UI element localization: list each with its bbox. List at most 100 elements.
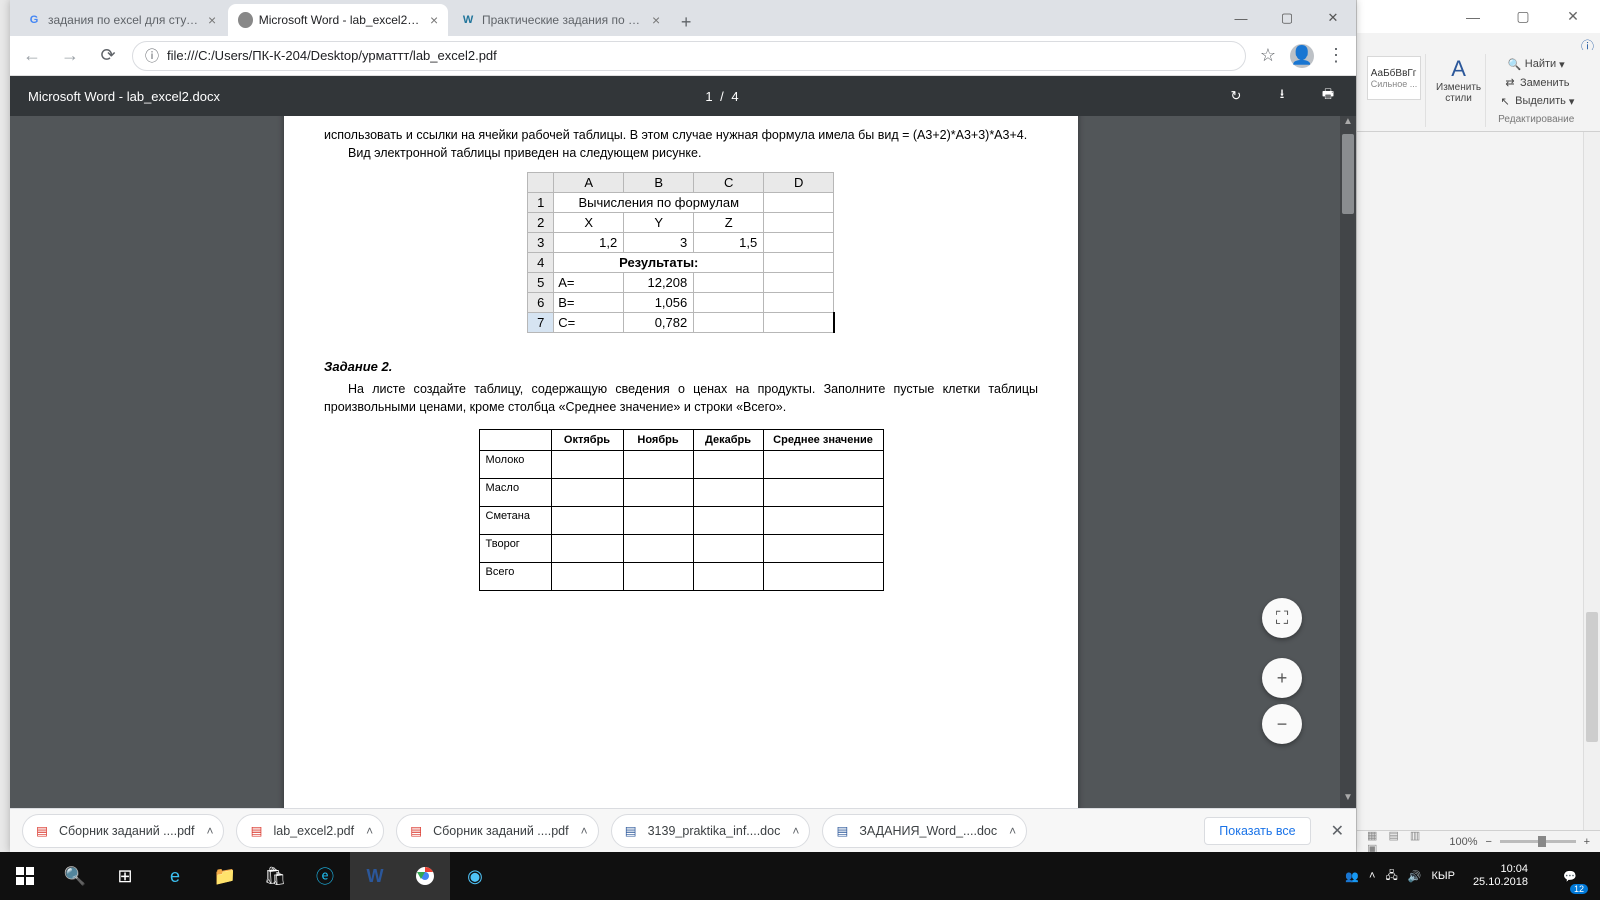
chevron-up-icon[interactable]: ˄ [1009,824,1016,838]
pdf-page-indicator: 1 / 4 [220,89,1226,104]
new-tab-button[interactable]: + [672,8,700,36]
tab-close-icon[interactable]: × [208,12,216,28]
taskbar-app-ie[interactable]: ⓔ [300,852,350,900]
search-button[interactable]: 🔍 [50,852,100,900]
chevron-up-icon[interactable]: ˄ [366,824,373,838]
ribbon-group-label-editing: Редактирование [1498,114,1574,125]
tab-close-icon[interactable]: × [652,12,660,28]
omnibox[interactable]: ⓘ file:///C:/Users/ПК-К-204/Desktop/урма… [132,41,1246,71]
taskbar-app-word[interactable]: W [350,852,400,900]
task-heading: Задание 2. [324,359,1038,374]
chrome-window: G задания по excel для студентов × Micro… [10,0,1356,852]
change-styles-label[interactable]: Изменить стили [1436,82,1481,104]
profile-avatar-icon[interactable]: 👤 [1290,44,1314,68]
action-center-button[interactable]: 💬12 [1546,852,1594,900]
close-downloads-shelf-icon[interactable]: ✕ [1331,821,1344,841]
zoom-out-button[interactable]: − [1486,836,1492,848]
tab-close-icon[interactable]: × [430,12,438,28]
download-item[interactable]: ▤ lab_excel2.pdf ˄ [236,814,384,848]
pdf-zoom-in-button[interactable]: + [1262,658,1302,698]
product-price-table: Октябрь Ноябрь Декабрь Среднее значение … [479,429,884,591]
word-minimize-button[interactable]: — [1454,5,1492,29]
windows-taskbar: 🔍 ⊞ e 📁 🛍 ⓔ W ◉ 👥 ˄ 🖧 🔊 КЫР 10:04 25.10.… [0,852,1600,900]
word-status-bar: ▦ ▤ ▥ ▣ 100% − + [1357,830,1600,852]
volume-icon[interactable]: 🔊 [1408,870,1422,883]
pdf-viewport[interactable]: использовать и ссылки на ячейки рабочей … [10,116,1356,808]
forward-button: → [56,42,84,70]
start-button[interactable] [0,852,50,900]
taskbar-app-store[interactable]: 🛍 [250,852,300,900]
doc-file-icon: ▤ [833,822,851,840]
doc-file-icon: ▤ [622,822,640,840]
tray-chevron-icon[interactable]: ˄ [1369,870,1375,882]
task-view-button[interactable]: ⊞ [100,852,150,900]
spreadsheet-figure: A B C D 1Вычисления по формулам 2XYZ 31,… [527,172,835,333]
download-item[interactable]: ▤ ЗАДАНИЯ_Word_....doc ˄ [822,814,1027,848]
back-button[interactable]: ← [18,42,46,70]
select-button[interactable]: ↖Выделить ▾ [1496,93,1576,109]
favicon-wordpress: W [460,12,476,28]
tab-wordpress[interactable]: W Практические задания по Excel × [450,4,670,36]
zoom-slider[interactable] [1500,840,1576,843]
find-button[interactable]: 🔍Найти ▾ [1506,56,1567,72]
language-indicator[interactable]: КЫР [1431,870,1454,882]
zoom-percent[interactable]: 100% [1449,836,1477,848]
pdf-print-button[interactable]: 🖶 [1318,86,1338,106]
tab-title: Практические задания по Excel [482,13,642,27]
taskbar-app-explorer[interactable]: 📁 [200,852,250,900]
tab-title: задания по excel для студентов [48,13,198,27]
downloads-shelf: ▤ Сборник заданий ....pdf ˄ ▤ lab_excel2… [10,808,1356,852]
chrome-maximize-button[interactable]: ▢ [1264,0,1310,36]
taskbar-app-chrome[interactable] [400,852,450,900]
chevron-up-icon[interactable]: ˄ [792,824,799,838]
tab-title: Microsoft Word - lab_excel2.docx [259,13,420,27]
pdf-fit-button[interactable]: ⛶ [1262,598,1302,638]
pdf-rotate-button[interactable]: ↻ [1226,86,1246,106]
replace-icon: ⇄ [1503,76,1517,90]
tab-pdf-active[interactable]: Microsoft Word - lab_excel2.docx × [228,4,448,36]
favicon-pdf [238,12,253,28]
taskbar-app-unknown[interactable]: ◉ [450,852,500,900]
paragraph: использовать и ссылки на ячейки рабочей … [324,126,1038,144]
pdf-file-icon: ▤ [247,822,265,840]
change-styles-icon[interactable]: A [1451,56,1466,82]
chrome-menu-icon[interactable]: ⋮ [1324,44,1348,68]
chrome-close-button[interactable]: ✕ [1310,0,1356,36]
bookmark-star-icon[interactable]: ☆ [1256,44,1280,68]
site-info-icon[interactable]: ⓘ [145,46,159,66]
show-all-downloads-button[interactable]: Показать все [1204,817,1310,845]
network-icon[interactable]: 🖧 [1385,867,1397,886]
pdf-file-icon: ▤ [33,822,51,840]
pdf-zoom-out-button[interactable]: − [1262,704,1302,744]
favicon-google: G [26,12,42,28]
chevron-up-icon[interactable]: ˄ [581,824,588,838]
word-close-button[interactable]: ✕ [1554,5,1592,29]
chrome-minimize-button[interactable]: — [1218,0,1264,36]
taskbar-app-edge[interactable]: e [150,852,200,900]
pdf-scrollbar[interactable]: ▲ ▼ [1340,116,1356,808]
pdf-download-button[interactable]: ⭳ [1272,86,1292,106]
download-item[interactable]: ▤ Сборник заданий ....pdf ˄ [22,814,224,848]
download-item[interactable]: ▤ 3139_praktika_inf....doc ˄ [611,814,811,848]
people-icon[interactable]: 👥 [1345,870,1359,883]
word-maximize-button[interactable]: ▢ [1504,5,1542,29]
pdf-toolbar: Microsoft Word - lab_excel2.docx 1 / 4 ↻… [10,76,1356,116]
zoom-in-button[interactable]: + [1584,836,1590,848]
find-icon: 🔍 [1508,57,1522,71]
pdf-file-icon: ▤ [407,822,425,840]
clock[interactable]: 10:04 25.10.2018 [1465,863,1536,889]
download-item[interactable]: ▤ Сборник заданий ....pdf ˄ [396,814,598,848]
paragraph: Вид электронной таблицы приведен на след… [324,144,1038,162]
chevron-up-icon[interactable]: ˄ [206,824,213,838]
pdf-title: Microsoft Word - lab_excel2.docx [28,89,220,104]
address-bar: ← → ⟳ ⓘ file:///C:/Users/ПК-К-204/Deskto… [10,36,1356,76]
tab-google-search[interactable]: G задания по excel для студентов × [16,4,226,36]
pdf-page-1: использовать и ссылки на ячейки рабочей … [284,116,1078,808]
reload-button[interactable]: ⟳ [94,42,122,70]
word-vertical-scrollbar[interactable] [1583,132,1600,852]
word-ribbon: АаБбВвГг Сильное ... A Изменить стили 🔍Н… [1357,50,1600,132]
style-gallery-item[interactable]: АаБбВвГг Сильное ... [1367,56,1421,100]
replace-button[interactable]: ⇄Заменить [1501,75,1571,91]
view-buttons[interactable]: ▦ ▤ ▥ ▣ [1367,829,1441,855]
select-icon: ↖ [1498,94,1512,108]
